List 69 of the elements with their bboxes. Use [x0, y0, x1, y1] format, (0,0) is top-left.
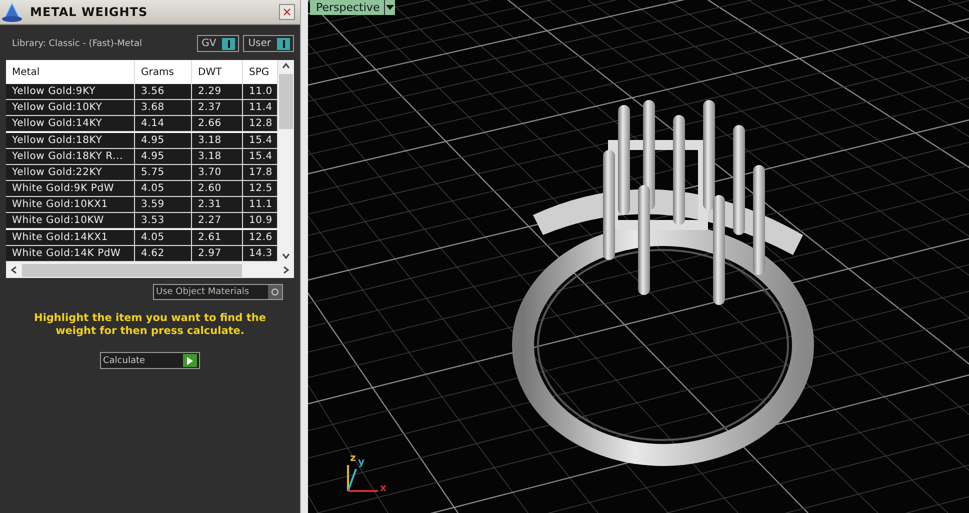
- chevron-right-icon: [282, 266, 290, 274]
- instruction-text: Highlight the item you want to find the weight for then press calculate.: [33, 311, 267, 338]
- use-object-materials-toggle[interactable]: Use Object Materials: [153, 284, 283, 300]
- close-button[interactable]: [279, 4, 295, 20]
- table-cell[interactable]: 5.75: [135, 164, 192, 181]
- table-cell[interactable]: 2.60: [192, 181, 243, 198]
- table-cell[interactable]: White Gold:10KX1: [6, 197, 135, 214]
- table-cell[interactable]: 4.05: [135, 230, 192, 246]
- axis-label: z: [350, 453, 356, 464]
- table-cell[interactable]: Yellow Gold:9KY: [6, 84, 135, 100]
- table-cell[interactable]: 12.8: [243, 116, 278, 132]
- chevron-down-icon: [282, 252, 290, 260]
- table-cell[interactable]: 3.18: [192, 132, 243, 149]
- table-cell[interactable]: 10.9: [243, 213, 278, 230]
- table-cell[interactable]: 3.18: [192, 148, 243, 165]
- table-cell[interactable]: 11.0: [243, 84, 278, 100]
- calculate-button[interactable]: Calculate: [100, 352, 200, 369]
- table-cell[interactable]: 12.5: [243, 181, 278, 198]
- panel-title: METAL WEIGHTS: [30, 5, 149, 19]
- viewport-label[interactable]: Perspective: [310, 0, 395, 15]
- table-cell[interactable]: 4.14: [135, 116, 192, 132]
- table-cell[interactable]: 15.4: [243, 148, 278, 165]
- library-label: Library: Classic - (Fast)-Metal: [12, 38, 144, 48]
- table-cell[interactable]: 2.31: [192, 197, 243, 214]
- table-cell[interactable]: 11.1: [243, 197, 278, 214]
- table-cell[interactable]: Yellow Gold:18KY: [6, 132, 135, 149]
- table-cell[interactable]: 4.95: [135, 132, 192, 149]
- table-cell[interactable]: 3.68: [135, 100, 192, 116]
- table-cell[interactable]: 3.56: [135, 84, 192, 100]
- table-cell[interactable]: 11.4: [243, 100, 278, 116]
- table-cell[interactable]: 2.37: [192, 100, 243, 116]
- table-cell[interactable]: 2.29: [192, 84, 243, 100]
- scrollbar-thumb[interactable]: [279, 74, 293, 129]
- table-cell[interactable]: White Gold:9K PdW: [6, 181, 135, 198]
- table-cell[interactable]: 2.97: [192, 246, 243, 262]
- circle-icon: [271, 288, 279, 296]
- table-cell[interactable]: 17.8: [243, 164, 278, 181]
- table-cell[interactable]: 2.66: [192, 116, 243, 132]
- axis-label: y: [358, 457, 365, 468]
- table-cell[interactable]: 2.27: [192, 213, 243, 230]
- table-cell[interactable]: 12.6: [243, 230, 278, 246]
- table-cell[interactable]: 15.4: [243, 132, 278, 149]
- table-cell[interactable]: Yellow Gold:18KY R...: [6, 148, 135, 165]
- table-cell[interactable]: Yellow Gold:14KY: [6, 116, 135, 132]
- table-cell[interactable]: 4.62: [135, 246, 192, 262]
- table-cell[interactable]: 14.3: [243, 246, 278, 262]
- table-cell[interactable]: Yellow Gold:22KY: [6, 164, 135, 181]
- chevron-up-icon: [282, 62, 290, 70]
- table-cell[interactable]: 4.05: [135, 181, 192, 198]
- chevron-left-icon: [10, 266, 18, 274]
- table-cell[interactable]: White Gold:14KX1: [6, 230, 135, 246]
- table-cell[interactable]: 3.70: [192, 164, 243, 181]
- table-cell[interactable]: 4.95: [135, 148, 192, 165]
- toggle-button[interactable]: User: [243, 35, 294, 52]
- table-cell[interactable]: White Gold:14K PdW: [6, 246, 135, 262]
- vertical-scrollbar[interactable]: [278, 60, 294, 262]
- scrollbar-thumb[interactable]: [22, 264, 242, 276]
- horizontal-scrollbar[interactable]: [6, 262, 294, 278]
- axis-label: x: [380, 483, 386, 494]
- toggle-button[interactable]: GV: [196, 35, 240, 52]
- table-cell[interactable]: 2.61: [192, 230, 243, 246]
- table-cell[interactable]: 3.53: [135, 213, 192, 230]
- table-cell[interactable]: Yellow Gold:10KY: [6, 100, 135, 116]
- dropdown-icon: [386, 5, 394, 10]
- play-icon: [187, 356, 193, 364]
- table-cell[interactable]: White Gold:10KW: [6, 213, 135, 230]
- 3d-viewport[interactable]: Perspective z y x: [308, 0, 969, 513]
- table-cell[interactable]: 3.59: [135, 197, 192, 214]
- close-icon: [283, 8, 291, 16]
